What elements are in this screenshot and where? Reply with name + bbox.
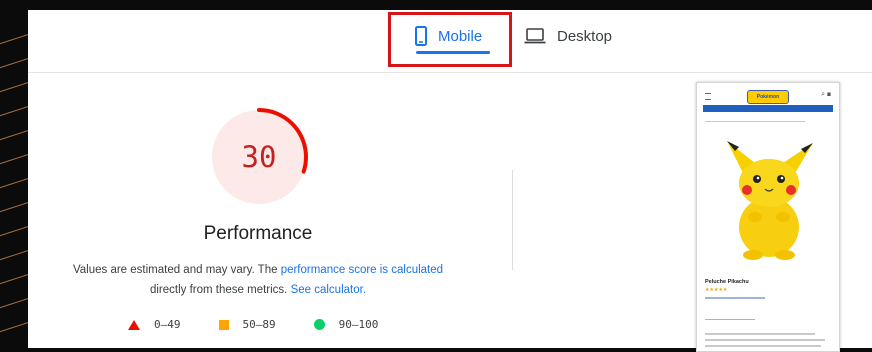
score-legend: 0–49 50–89 90–100 <box>128 318 416 331</box>
performance-score-value: 30 <box>241 140 277 174</box>
breadcrumb <box>705 121 805 122</box>
triangle-icon <box>128 319 140 330</box>
page-header: Pokémon ⌕ ◼ <box>697 89 839 104</box>
rating-stars: ★★★★★ <box>705 287 728 293</box>
laptop-icon <box>524 28 546 44</box>
performance-title: Performance <box>203 223 313 244</box>
description-text: Values are estimated and may vary. The <box>72 264 281 276</box>
text-line <box>705 345 821 347</box>
legend-range: 50–89 <box>242 318 276 331</box>
performance-description: Values are estimated and may vary. The p… <box>48 260 468 300</box>
highlight-annotation-box <box>388 12 512 67</box>
circle-icon <box>313 319 325 330</box>
pikachu-image <box>719 133 819 263</box>
description-text-2: directly from these metrics. <box>149 284 291 296</box>
text-line <box>705 319 755 320</box>
legend-range: 90–100 <box>338 318 379 331</box>
legend-range: 0–49 <box>154 318 181 331</box>
product-price <box>705 297 765 299</box>
vertical-divider <box>512 170 513 270</box>
legend-item-fail: 0–49 <box>128 318 181 331</box>
tab-desktop[interactable]: Desktop <box>524 18 612 54</box>
square-icon <box>218 319 229 330</box>
legend-item-average: 50–89 <box>218 318 276 331</box>
lighthouse-report-panel: Mobile Desktop 30 Performance Values are… <box>28 10 872 352</box>
performance-score-gauge[interactable]: 30 <box>208 106 310 208</box>
device-tab-bar: Mobile Desktop <box>28 10 872 73</box>
promo-banner <box>703 105 833 112</box>
product-name: Peluche Pikachu <box>705 279 749 285</box>
logo: Pokémon <box>747 90 789 104</box>
legend-item-pass: 90–100 <box>313 318 379 331</box>
score-calculated-link[interactable]: performance score is calculated <box>281 264 443 276</box>
tab-desktop-label: Desktop <box>557 27 613 45</box>
text-line <box>705 339 825 341</box>
menu-icon <box>705 93 711 100</box>
text-line <box>705 333 815 335</box>
search-cart-icons: ⌕ ◼ <box>821 91 831 98</box>
final-screenshot-thumbnail[interactable]: Pokémon ⌕ ◼ Peluche Pikachu ★★★★★ <box>696 82 840 352</box>
see-calculator-link[interactable]: See calculator. <box>291 284 366 296</box>
